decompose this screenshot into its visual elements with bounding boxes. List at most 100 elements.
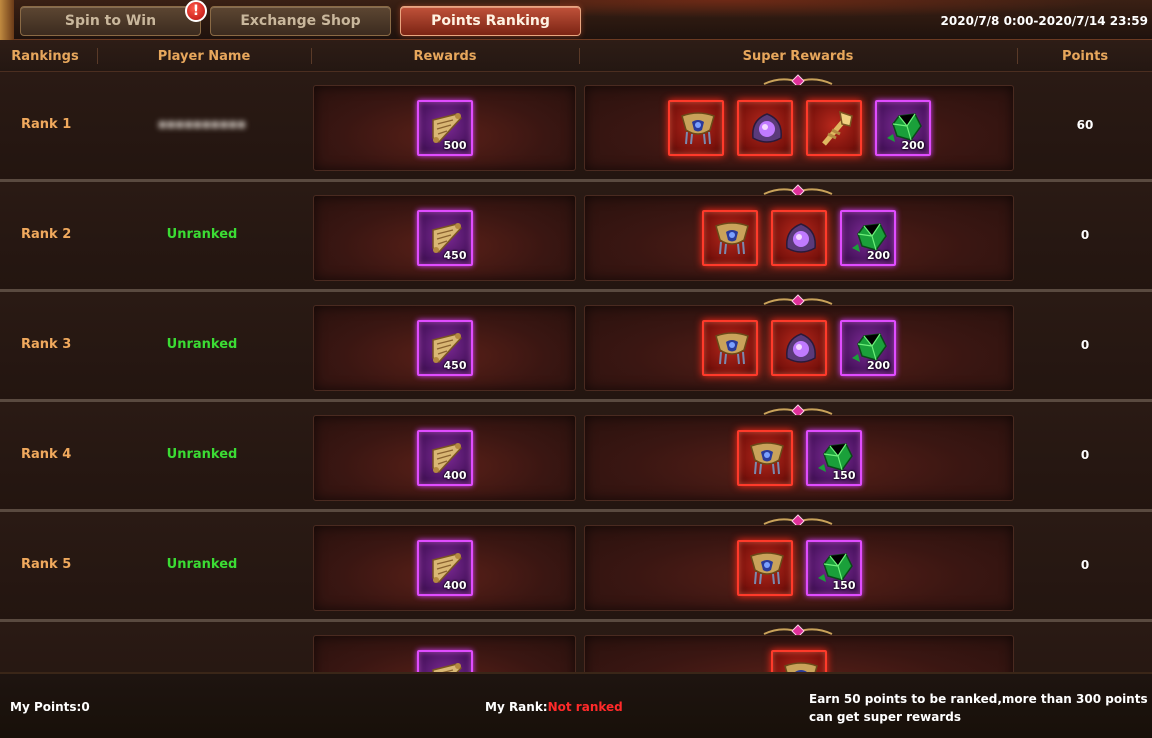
tab-label: Spin to Win [64,13,157,29]
player-name: Unranked [166,557,238,572]
item-quantity: 450 [443,359,467,372]
rewards-panel: 400 [313,415,576,501]
item-quantity: 500 [443,139,467,152]
scroll-reward-item[interactable] [416,650,473,672]
tab-label: Points Ranking [431,13,550,29]
my-points-label: My Points: [10,700,82,714]
scroll-reward-item[interactable]: 400 [416,430,473,486]
armor-reward-item[interactable] [771,650,827,672]
armor-reward-item[interactable] [736,430,793,486]
item-quantity: 150 [832,469,856,482]
item-quantity: 400 [443,579,467,592]
column-header-player-name: Player Name [157,48,251,64]
frame-ornament [0,0,14,40]
rank-label: Rank 1 [21,117,72,132]
rewards-panel: 450 [313,195,576,281]
rewards-panel: 400 [313,525,576,611]
table-header: Rankings Player Name Rewards Super Rewar… [0,40,1152,72]
ranking-list[interactable]: Rank 1 ▪▪▪▪▪▪▪▪▪▪ 500 200 60 Rank 2 Unranked 45… [0,72,1152,672]
player-name: Unranked [166,227,238,242]
my-rank-label: My Rank: [485,700,548,714]
footer: My Points:0 My Rank:Not ranked Earn 50 p… [0,672,1152,738]
points-value: 0 [1080,227,1090,242]
gem-reward-item[interactable]: 200 [840,320,896,376]
orb-icon [786,223,816,253]
armor-reward-item[interactable] [667,100,724,156]
orb-reward-item[interactable] [736,100,793,156]
rank-label: Rank 4 [21,447,72,462]
ranking-row: Rank 3 Unranked 450 200 0 [0,292,1152,402]
armor-reward-item[interactable] [736,540,793,596]
orb-reward-item[interactable] [771,210,827,266]
item-quantity: 200 [867,249,890,262]
item-quantity: 200 [867,359,890,372]
my-points: My Points:0 [10,700,90,714]
super-rewards-panel: 200 [584,305,1014,391]
armor-icon [680,112,715,145]
armor-reward-item[interactable] [702,210,758,266]
orb-icon [786,333,816,363]
scroll-icon [431,663,462,672]
armor-icon [715,222,749,255]
points-value: 60 [1076,117,1094,132]
points-value: 0 [1080,557,1090,572]
staff-icon [821,110,853,146]
item-quantity: 400 [443,469,467,482]
player-name: Unranked [166,337,238,352]
armor-icon [715,332,749,365]
top-bar: Spin to Win ! Exchange Shop Points Ranki… [0,0,1152,40]
rank-label: Rank 2 [21,227,72,242]
super-rewards-panel: 150 [584,525,1014,611]
item-quantity: 200 [901,139,925,152]
my-points-value: 0 [81,700,90,714]
points-value: 0 [1080,337,1090,352]
ranking-row: Rank 4 Unranked 400 150 0 [0,402,1152,512]
super-rewards-panel: 150 [584,415,1014,501]
item-quantity: 150 [832,579,856,592]
armor-icon [784,662,818,672]
rank-label: Rank 5 [21,557,72,572]
staff-reward-item[interactable] [805,100,862,156]
ranking-hint: Earn 50 points to be ranked,more than 30… [809,692,1148,724]
points-value: 0 [1080,447,1090,462]
gem-reward-item[interactable]: 200 [874,100,931,156]
tab-exchange-shop[interactable]: Exchange Shop [210,6,391,36]
super-rewards-panel: 200 [584,195,1014,281]
ranking-row [0,622,1152,672]
column-header-rewards: Rewards [413,48,477,64]
event-date-range: 2020/7/8 0:00-2020/7/14 23:59 [940,14,1148,28]
tab-label: Exchange Shop [240,13,361,29]
ranking-row: Rank 1 ▪▪▪▪▪▪▪▪▪▪ 500 200 60 [0,72,1152,182]
alert-icon: ! [185,0,207,22]
column-header-points: Points [1061,48,1109,64]
item-quantity: 450 [443,249,467,262]
scroll-reward-item[interactable]: 450 [416,210,473,266]
column-header-super-rewards: Super Rewards [742,48,854,64]
gem-reward-item[interactable]: 150 [805,540,862,596]
ranking-row: Rank 5 Unranked 400 150 0 [0,512,1152,622]
armor-reward-item[interactable] [702,320,758,376]
scroll-reward-item[interactable]: 400 [416,540,473,596]
my-rank-value: Not ranked [547,700,623,714]
gem-reward-item[interactable]: 200 [840,210,896,266]
tab-spin-to-win[interactable]: Spin to Win [20,6,201,36]
super-rewards-panel: 200 [584,85,1014,171]
rewards-panel [313,635,576,672]
orb-reward-item[interactable] [771,320,827,376]
gem-reward-item[interactable]: 150 [805,430,862,486]
column-header-rankings: Rankings [11,48,79,64]
rewards-panel: 450 [313,305,576,391]
my-rank: My Rank:Not ranked [485,700,623,714]
armor-icon [749,552,784,585]
super-rewards-panel [584,635,1014,672]
player-name: ▪▪▪▪▪▪▪▪▪▪ [157,117,247,132]
armor-icon [749,442,784,475]
scroll-reward-item[interactable]: 450 [416,320,473,376]
orb-icon [751,113,782,143]
rewards-panel: 500 [313,85,576,171]
player-name: Unranked [166,447,238,462]
tab-points-ranking[interactable]: Points Ranking [400,6,581,36]
scroll-reward-item[interactable]: 500 [416,100,473,156]
rank-label: Rank 3 [21,337,72,352]
ranking-row: Rank 2 Unranked 450 200 0 [0,182,1152,292]
